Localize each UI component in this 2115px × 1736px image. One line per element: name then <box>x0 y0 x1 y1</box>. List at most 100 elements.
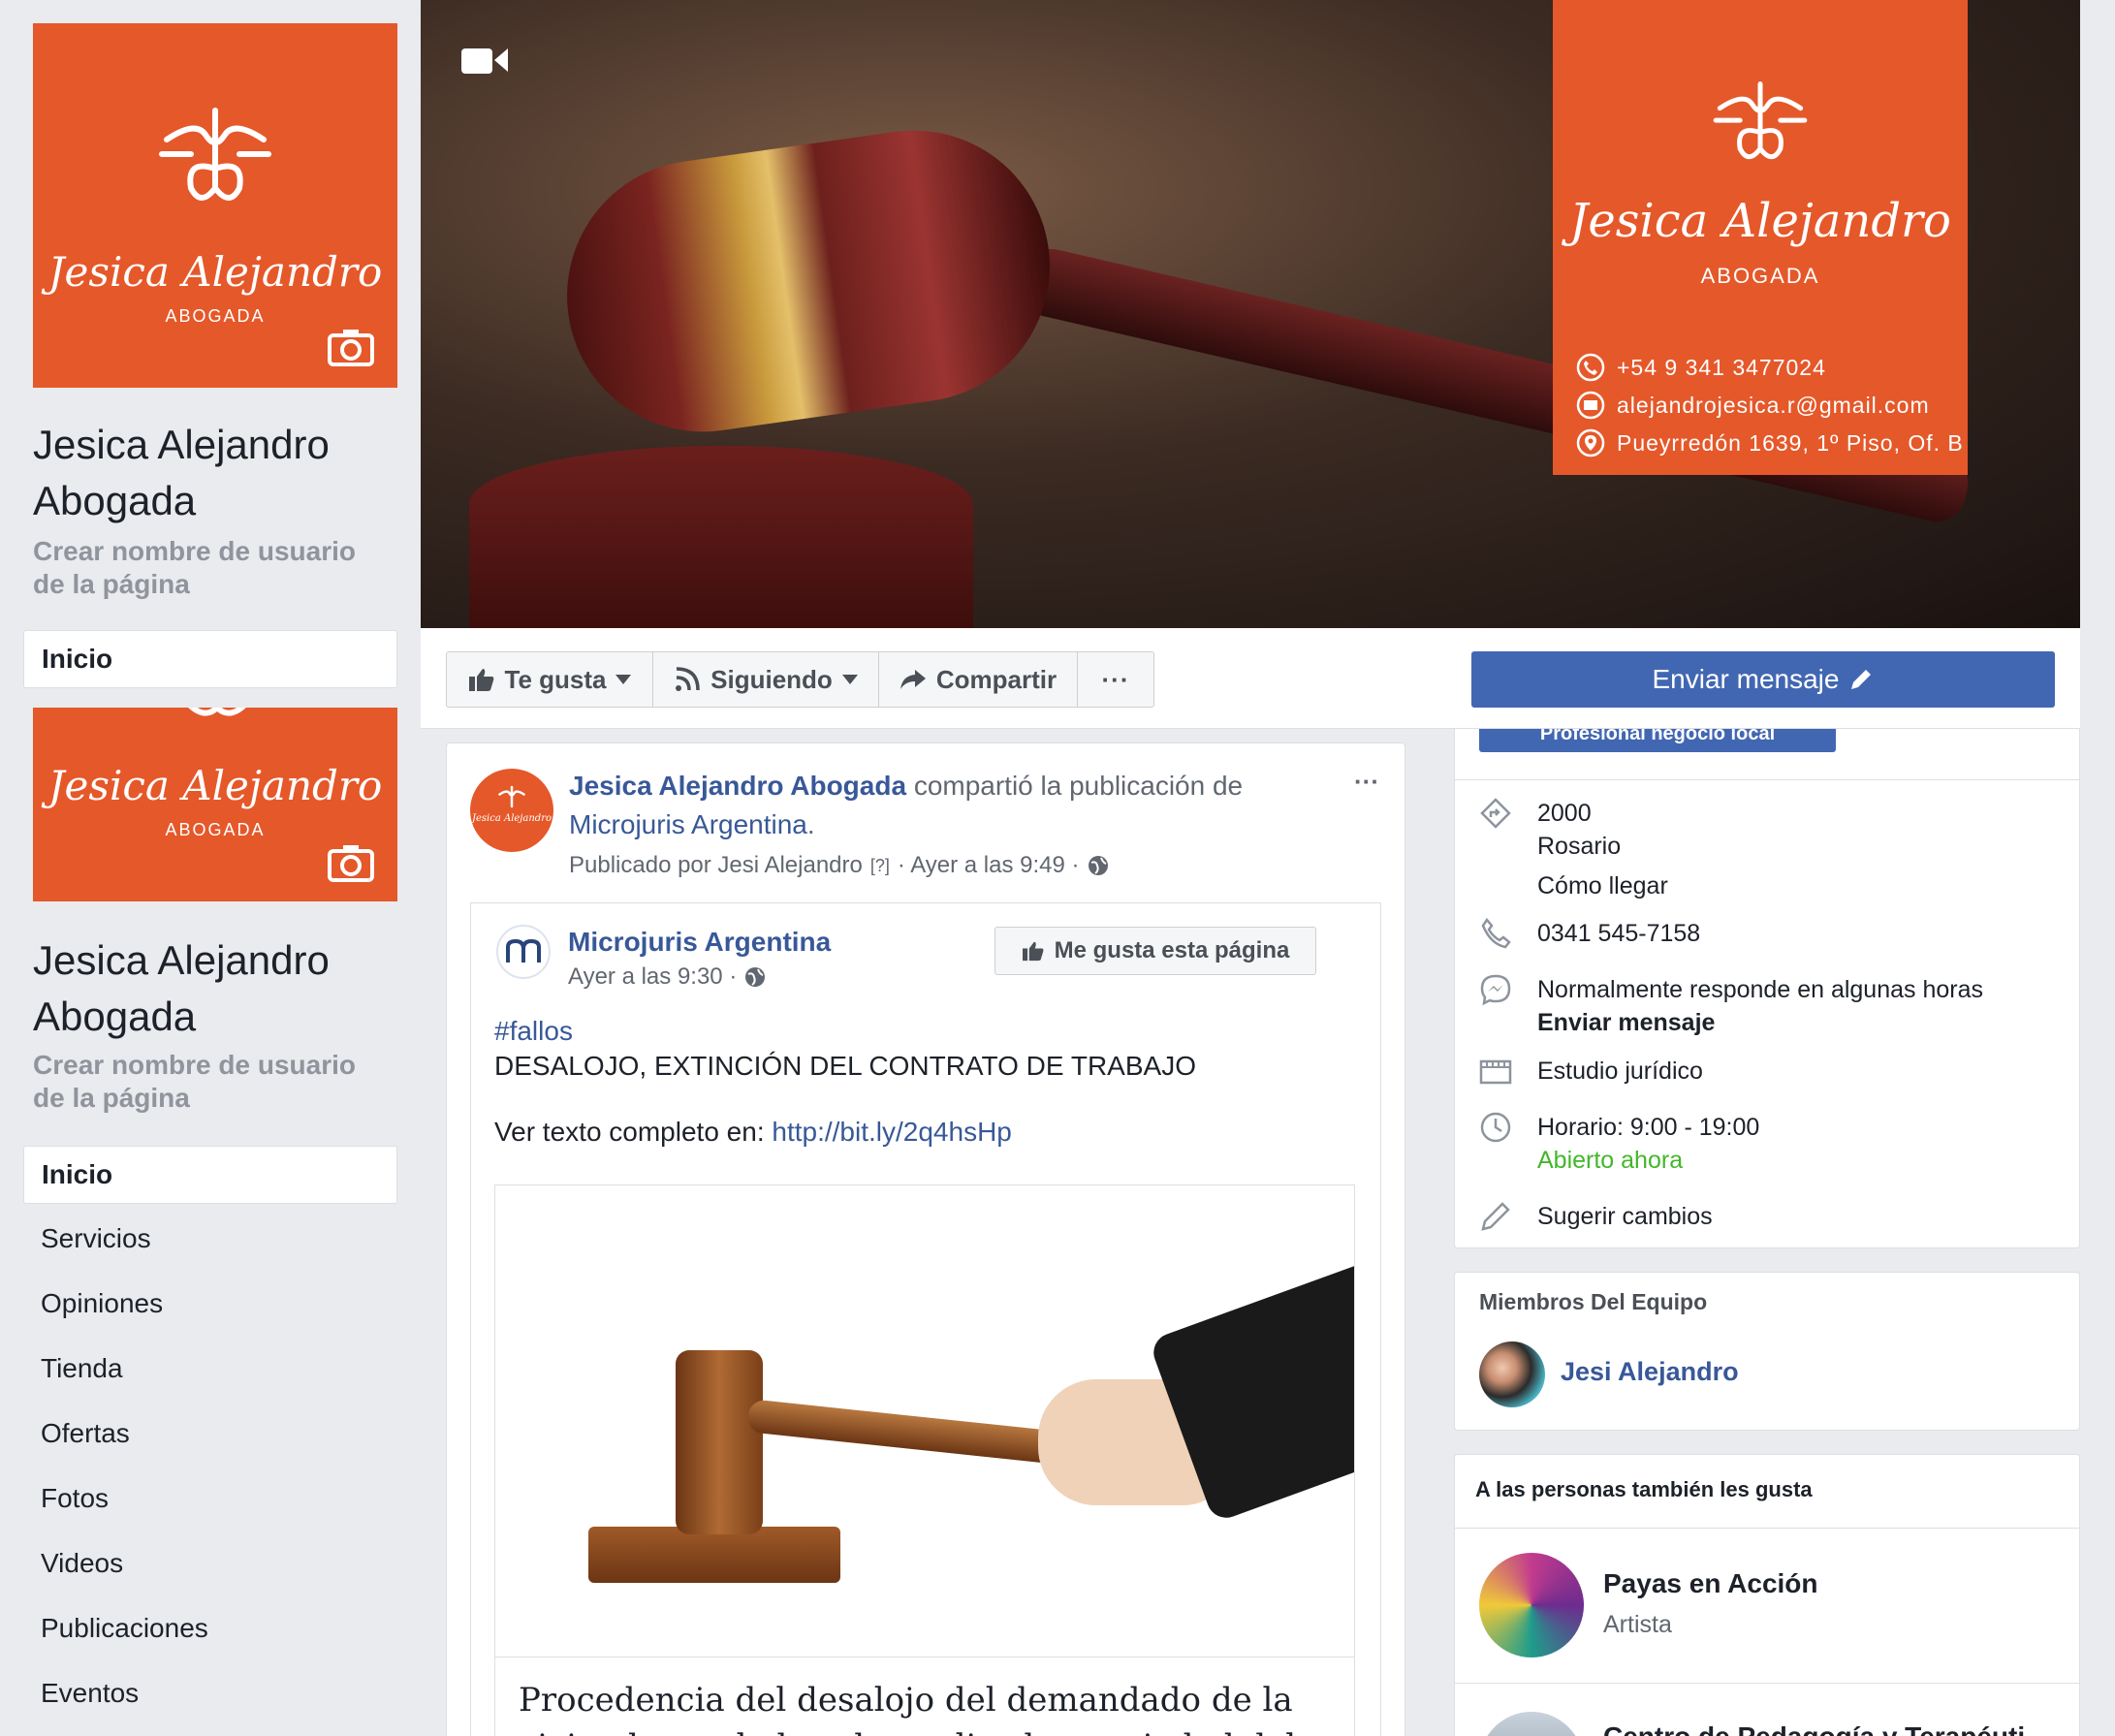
url-link[interactable]: http://bit.ly/2q4hsHp <box>772 1117 1011 1147</box>
post-time[interactable]: · Ayer a las 9:49 · <box>898 852 1080 879</box>
preview-gavel-head <box>676 1350 763 1534</box>
scales-logo-icon <box>159 108 271 201</box>
nav-item-publicaciones[interactable]: Publicaciones <box>41 1613 208 1644</box>
scales-logo-icon <box>498 785 525 808</box>
location-icon <box>1576 428 1605 458</box>
team-title: Miembros Del Equipo <box>1479 1289 1708 1314</box>
globe-icon <box>745 967 766 987</box>
hashtag-link[interactable]: #fallos <box>494 1016 573 1047</box>
pencil-icon <box>1481 1202 1510 1231</box>
messenger-icon <box>1480 974 1511 1006</box>
page-name: Jesica Alejandro Abogada <box>33 937 330 1039</box>
preview-headline[interactable]: Procedencia del desalojo del demandado d… <box>494 1657 1355 1736</box>
post-text-line1: DESALOJO, EXTINCIÓN DEL CONTRATO DE TRAB… <box>494 1051 1196 1081</box>
post-author-link[interactable]: Jesica Alejandro Abogada <box>569 771 906 801</box>
globe-icon <box>1088 856 1108 875</box>
create-username-link[interactable]: Crear nombre de usuario de la página <box>33 1049 392 1115</box>
nav-item-tienda[interactable]: Tienda <box>41 1353 123 1384</box>
profile-picture[interactable]: Jesica Alejandro ABOGADA <box>33 23 397 388</box>
send-message-label: Enviar mensaje <box>1652 664 1840 694</box>
inner-meta: Ayer a las 9:30 · <box>568 963 766 991</box>
share-button[interactable]: Compartir <box>878 651 1078 708</box>
shared-from-link[interactable]: Microjuris Argentina <box>569 809 807 839</box>
phone-icon <box>1481 917 1511 949</box>
post-meta: Publicado por Jesi Alejandro [?] · Ayer … <box>569 852 1109 879</box>
following-label: Siguiendo <box>710 664 833 694</box>
like-label: Te gusta <box>504 664 607 694</box>
send-message-button[interactable]: Enviar mensaje <box>1471 651 2055 708</box>
nav-item-inicio[interactable]: Inicio <box>23 1146 397 1204</box>
create-username-link[interactable]: Crear nombre de usuario de la página <box>33 535 392 601</box>
suggested-page-category: Artista <box>1603 1611 1672 1638</box>
nav-item-ofertas[interactable]: Ofertas <box>41 1418 130 1449</box>
cover-brand-card: Jesica Alejandro ABOGADA +54 9 341 34770… <box>1553 0 1968 475</box>
video-icon[interactable] <box>459 43 510 78</box>
following-button[interactable]: Siguiendo <box>652 651 879 708</box>
post-more-button[interactable]: ··· <box>1354 767 1379 797</box>
profile-picture-repeat[interactable]: Jesica Alejandro ABOGADA <box>33 708 397 901</box>
headline-line2: vivienda por haber de analizado propieda… <box>519 1723 1331 1736</box>
camera-icon[interactable] <box>328 843 374 882</box>
help-link[interactable]: [?] <box>870 856 890 876</box>
inner-time[interactable]: Ayer a las 9:30 · <box>568 963 737 991</box>
divider <box>1454 779 2080 780</box>
nav-item-opiniones[interactable]: Opiniones <box>41 1288 163 1319</box>
like-page-button[interactable]: Me gusta esta página <box>994 927 1316 975</box>
shared-post: Microjuris Argentina Ayer a las 9:30 · M… <box>470 902 1381 1736</box>
directions-link[interactable]: Cómo llegar <box>1537 869 1668 902</box>
nav-item-fotos[interactable]: Fotos <box>41 1483 109 1514</box>
post-header-text: Jesica Alejandro Abogada compartió la pu… <box>569 767 1325 844</box>
nav-item-servicios[interactable]: Servicios <box>41 1223 151 1254</box>
suggest-edits-link[interactable]: Sugerir cambios <box>1537 1200 1713 1233</box>
postal-code: 2000 <box>1537 800 1592 827</box>
also-like-title: A las personas también les gusta <box>1475 1477 1813 1501</box>
thumbs-up-icon <box>468 669 493 691</box>
page-name: Jesica Alejandro Abogada <box>33 422 330 523</box>
cover-phone: +54 9 341 3477024 <box>1617 355 1826 380</box>
avatar-brand-name: Jesica Alejandro <box>471 813 552 824</box>
category-button[interactable]: Profesional negocio local <box>1479 729 1836 752</box>
suggested-page-name[interactable]: Centro de Pedagogía y Terapéuti <box>1603 1721 2025 1736</box>
suggested-page-name[interactable]: Payas en Acción <box>1603 1568 1818 1599</box>
post-card: Jesica Alejandro Jesica Alejandro Abogad… <box>446 742 1405 1736</box>
nav-item-inicio[interactable]: Inicio <box>23 630 397 688</box>
headline-line1: Procedencia del desalojo del demandado d… <box>519 1681 1293 1720</box>
category-icon <box>1479 1059 1512 1085</box>
gavel-base <box>469 446 973 628</box>
category-link[interactable]: Estudio jurídico <box>1537 1055 1703 1088</box>
post-author-avatar[interactable]: Jesica Alejandro <box>470 769 553 852</box>
microjuris-logo-icon <box>506 938 541 963</box>
preview-gavel-base <box>588 1527 840 1583</box>
more-options-button[interactable]: ··· <box>1077 651 1154 708</box>
suggested-page-avatar[interactable] <box>1479 1553 1584 1657</box>
phone-icon <box>1576 353 1605 382</box>
link-preview-image[interactable] <box>494 1184 1355 1657</box>
thumbs-up-icon <box>1022 941 1044 962</box>
brand-name: Jesica Alejandro <box>47 762 383 809</box>
phone-number[interactable]: 0341 545-7158 <box>1537 917 1700 950</box>
send-message-link[interactable]: Enviar mensaje <box>1537 1006 1715 1039</box>
brand-title: ABOGADA <box>165 306 266 326</box>
clock-icon <box>1480 1112 1511 1143</box>
cover-address: Pueyrredón 1639, 1º Piso, Of. B <box>1617 430 1964 456</box>
camera-icon[interactable] <box>328 328 374 366</box>
cover-email: alejandrojesica.r@gmail.com <box>1617 393 1930 418</box>
team-member-link[interactable]: Jesi Alejandro <box>1561 1357 1739 1387</box>
nav-item-videos[interactable]: Videos <box>41 1548 123 1579</box>
scales-logo-icon <box>1713 81 1808 160</box>
pencil-icon <box>1851 670 1872 689</box>
post-text-line2: Ver texto completo en: http://bit.ly/2q4… <box>494 1117 1012 1148</box>
city: Rosario <box>1537 833 1622 860</box>
period: . <box>806 809 815 839</box>
nav-item-eventos[interactable]: Eventos <box>41 1678 139 1709</box>
rss-icon <box>676 667 700 691</box>
like-button[interactable]: Te gusta <box>446 651 653 708</box>
gavel-head <box>549 112 1068 450</box>
caret-down-icon <box>841 675 858 684</box>
share-arrow-icon <box>900 670 926 689</box>
microjuris-avatar[interactable] <box>496 925 551 979</box>
inner-author-link[interactable]: Microjuris Argentina <box>568 927 831 958</box>
brand-title: ABOGADA <box>1700 264 1820 288</box>
team-member-avatar[interactable] <box>1479 1341 1545 1407</box>
cover-photo[interactable]: Jesica Alejandro ABOGADA +54 9 341 34770… <box>421 0 2080 628</box>
